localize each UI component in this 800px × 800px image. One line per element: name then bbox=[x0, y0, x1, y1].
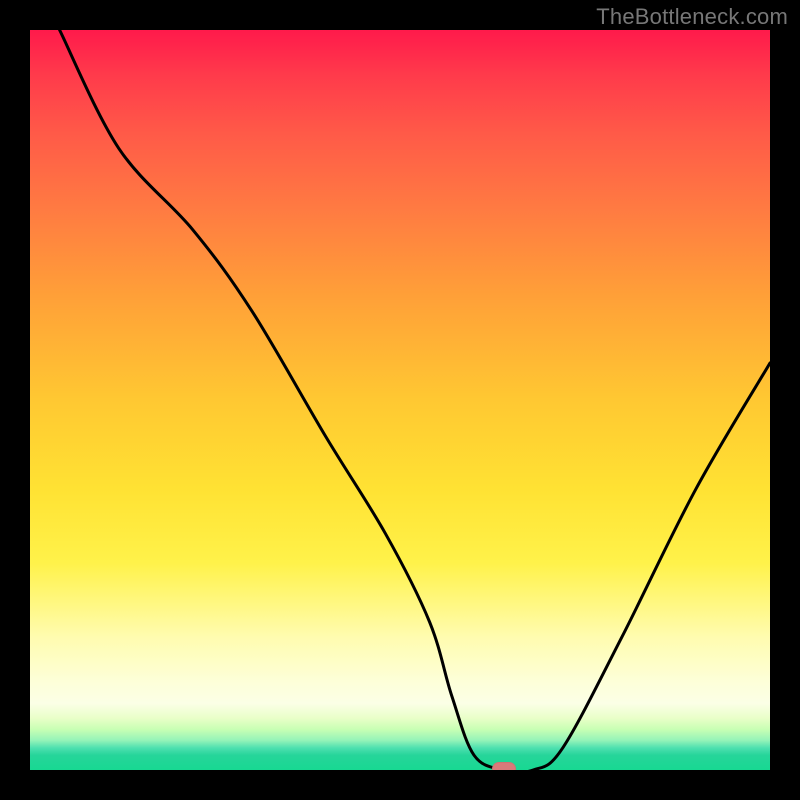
chart-container: TheBottleneck.com bbox=[0, 0, 800, 800]
plot-area bbox=[30, 30, 770, 770]
bottleneck-curve bbox=[30, 30, 770, 770]
minimum-marker bbox=[492, 762, 516, 770]
watermark-label: TheBottleneck.com bbox=[596, 4, 788, 30]
